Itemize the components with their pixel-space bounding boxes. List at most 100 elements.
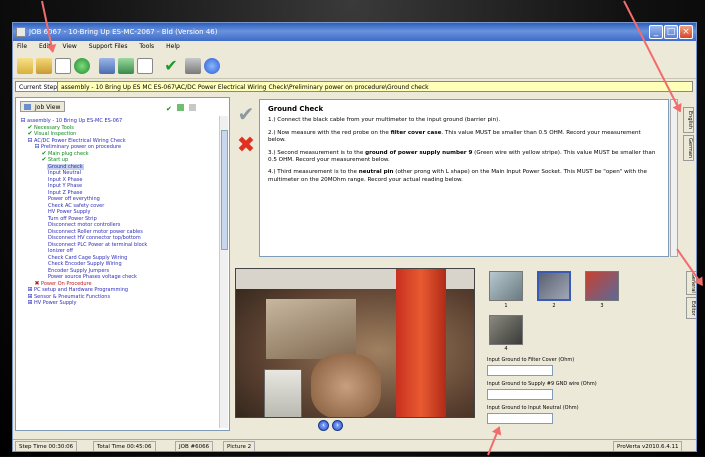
open-folder-icon[interactable] xyxy=(36,58,52,74)
instruction-step-1: 1.) Connect the black cable from your mu… xyxy=(268,117,501,124)
document-icon[interactable] xyxy=(55,58,71,74)
window-title: JOB 6067 - 10-Bring Up ES-MC-2067 - Bld … xyxy=(29,28,218,36)
current-step-field: assembly - 10 Bring Up ES MC ES-067\AC/D… xyxy=(57,81,693,92)
tree-item-label: Check AC safety cover xyxy=(48,202,105,209)
tab-english[interactable]: English xyxy=(683,107,694,133)
monitor-icon[interactable] xyxy=(99,58,115,74)
multimeter-image xyxy=(264,369,302,417)
tree-item-label: Power On Procedure xyxy=(41,280,92,287)
tree-item-label: Turn off Power Strip xyxy=(48,215,97,222)
approve-check-icon[interactable]: ✔ xyxy=(163,58,179,74)
globe-icon[interactable] xyxy=(204,58,220,74)
tree-item-label: assembly - 10 Bring Up ES-MC ES-067 xyxy=(27,118,123,124)
tab-editor[interactable]: Editor xyxy=(686,297,696,319)
main-window: JOB 6067 - 10-Bring Up ES-MC-2067 - Bld … xyxy=(12,22,697,452)
thumbnail-2[interactable] xyxy=(537,271,571,301)
tree-item-label: Main plug check xyxy=(48,150,89,157)
thumbnail-label-4: 4 xyxy=(504,346,508,352)
job-tree: ⊟assembly - 10 Bring Up ES-MC ES-067 ✔Nec… xyxy=(20,118,218,428)
tree-item-label: PC setup and Hardware Programming xyxy=(34,287,129,293)
tree-item-label: AC/DC Power Electrical Wiring Check xyxy=(34,137,126,144)
maximize-button[interactable]: □ xyxy=(664,25,678,39)
thumbnail-1[interactable] xyxy=(489,271,523,301)
job-view-panel: Job View ✔ ⊟assembly - 10 Bring Up ES-MC… xyxy=(15,97,230,431)
instruction-panel: Ground Check 1.) Connect the black cable… xyxy=(259,99,669,257)
tree-check-icon[interactable]: ✔ xyxy=(166,105,172,113)
current-step-bar: Current Step assembly - 10 Bring Up ES M… xyxy=(13,80,696,93)
menu-help[interactable]: Help xyxy=(166,43,180,50)
tree-scrollbar[interactable] xyxy=(219,116,228,428)
thumbnail-4[interactable] xyxy=(489,315,523,345)
title-bar: JOB 6067 - 10-Bring Up ES-MC-2067 - Bld … xyxy=(13,23,696,41)
menu-view[interactable]: View xyxy=(63,43,77,50)
tree-item-label: Disconnect motor controllers xyxy=(48,222,121,228)
tree-item-label: Input Neutral xyxy=(48,170,81,176)
tree-item-label: Disconnect PLC Power at terminal block xyxy=(48,241,148,248)
tree-item-label: HV Power Supply xyxy=(34,300,77,306)
status-step-time: Step Time 00:30:06 xyxy=(15,441,78,451)
tab-german[interactable]: German xyxy=(683,135,694,161)
toolbar: ✔ xyxy=(13,53,696,79)
add-icon[interactable] xyxy=(74,58,90,74)
tree-item-label: Preliminary power on procedure xyxy=(41,144,122,150)
instruction-title: Ground Check xyxy=(268,105,324,113)
tree-item-label: Ground check xyxy=(47,163,84,170)
thumbnail-3[interactable] xyxy=(585,271,619,301)
print-icon[interactable] xyxy=(185,58,201,74)
tree-item-label: Disconnect HV connector top/bottom xyxy=(48,235,141,241)
close-button[interactable]: × xyxy=(679,25,693,39)
tree-item-label: Check Encoder Supply Wiring xyxy=(48,261,122,267)
tree-item-label: Encoder Supply Jumpers xyxy=(48,267,110,274)
tab-job-view[interactable]: Job View xyxy=(20,101,66,112)
status-total-time: Total Time 00:45:06 xyxy=(93,441,156,451)
tree-item-label: Ionizer off xyxy=(48,248,73,254)
instruction-step-2: 2.) Now measure with the red probe on th… xyxy=(268,129,641,144)
tree-toolbar: ✔ xyxy=(166,104,226,114)
export-icon[interactable] xyxy=(118,58,134,74)
tree-item-label: Start up xyxy=(48,157,69,163)
status-job: JOB #6066 xyxy=(175,441,214,451)
status-bar: Step Time 00:30:06 Total Time 00:45:06 J… xyxy=(13,439,696,451)
step-pass-button[interactable]: ✔ xyxy=(235,103,257,125)
menu-bar: File Edit View Support Files Tools Help xyxy=(13,41,696,53)
thumbnail-label-2: 2 xyxy=(552,303,556,309)
instruction-step-4: 4.) Third measurement is to the neutral … xyxy=(268,169,647,183)
tree-scroll-thumb[interactable] xyxy=(221,130,228,250)
tree-item-label: Sensor & Pneumatic Functions xyxy=(34,293,111,300)
tree-item-label: Input X Phase xyxy=(48,176,83,183)
tree-collapse-icon[interactable] xyxy=(188,104,196,111)
instruction-scrollbar[interactable] xyxy=(670,99,678,257)
tree-item-label: Necessary Tools xyxy=(34,124,74,131)
input-neutral-input[interactable] xyxy=(487,413,553,424)
tree-item-label: Input Y Phase xyxy=(48,183,83,189)
filter-cover-input[interactable] xyxy=(487,365,553,376)
menu-support-files[interactable]: Support Files xyxy=(89,43,128,50)
field-label-input-neutral: Input Ground to Input Neutral (Ohm) xyxy=(487,405,579,411)
next-picture-button[interactable]: › xyxy=(332,420,343,431)
menu-tools[interactable]: Tools xyxy=(139,43,154,50)
thumbnail-label-1: 1 xyxy=(504,303,508,309)
app-icon xyxy=(16,27,26,37)
previous-picture-button[interactable]: ‹ xyxy=(318,420,329,431)
photo-nav: ‹ › xyxy=(318,420,346,431)
status-version: ProVerta v2010.6.4.11 xyxy=(613,441,683,451)
tree-item-label: Disconnect Roller motor power cables xyxy=(48,228,143,235)
current-step-label: Current Step xyxy=(15,81,62,92)
status-picture: Picture 2 xyxy=(223,441,256,451)
tree-item[interactable]: ⊞HV Power Supply xyxy=(20,299,218,307)
tree-item-label: Power off everything xyxy=(48,196,100,202)
tree-item-label: Check Card Cage Supply Wiring xyxy=(48,254,128,261)
minimize-button[interactable]: _ xyxy=(649,25,663,39)
menu-file[interactable]: File xyxy=(17,43,27,50)
thumbnail-label-3: 3 xyxy=(600,303,604,309)
page-icon[interactable] xyxy=(137,58,153,74)
tree-item-label: Power source Phases voltage check xyxy=(48,274,137,280)
tree-item-label: Input Z Phase xyxy=(48,189,83,196)
instruction-step-3: 3.) Second measurement is to the ground … xyxy=(268,149,656,164)
supply-gnd-input[interactable] xyxy=(487,389,553,400)
step-fail-button[interactable]: ✖ xyxy=(235,135,257,157)
field-label-supply-gnd: Input Ground to Supply #9 GND wire (Ohm) xyxy=(487,381,597,387)
tree-expand-icon[interactable] xyxy=(176,104,184,111)
tree-item-label: Visual Inspection xyxy=(34,131,77,137)
new-job-icon[interactable] xyxy=(17,58,33,74)
